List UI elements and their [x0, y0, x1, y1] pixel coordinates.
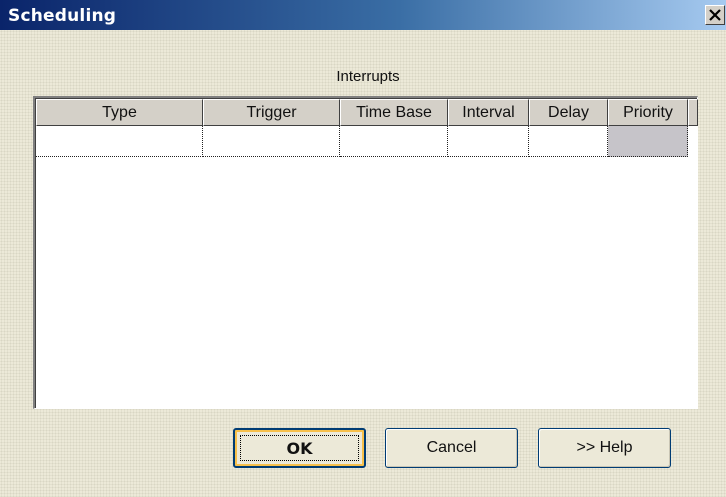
interrupts-grid[interactable]: Type Trigger Time Base Interval Delay Pr…	[33, 96, 698, 409]
dialog-body: Interrupts Type Trigger Time Base Interv…	[0, 30, 726, 497]
help-button-label: >> Help	[576, 439, 633, 456]
cancel-button-label: Cancel	[426, 439, 477, 456]
column-header-trigger[interactable]: Trigger	[203, 99, 340, 126]
column-header-type[interactable]: Type	[36, 99, 203, 126]
column-header-time-base[interactable]: Time Base	[340, 99, 448, 126]
column-header-filler	[688, 99, 698, 126]
cell-trigger[interactable]	[203, 126, 340, 157]
grid-header: Type Trigger Time Base Interval Delay Pr…	[36, 99, 698, 126]
cell-time-base[interactable]	[340, 126, 448, 157]
ok-button-label: OK	[286, 438, 313, 458]
close-button[interactable]	[705, 5, 725, 25]
title-bar[interactable]: Scheduling	[0, 0, 726, 30]
window-title: Scheduling	[8, 6, 117, 26]
close-icon	[709, 9, 721, 21]
ok-button[interactable]: OK	[233, 428, 366, 468]
cell-type[interactable]	[36, 126, 203, 157]
cell-interval[interactable]	[448, 126, 529, 157]
table-row[interactable]	[36, 126, 688, 158]
cell-priority[interactable]	[608, 126, 688, 157]
interrupts-caption: Interrupts	[336, 68, 400, 85]
column-header-priority[interactable]: Priority	[608, 99, 688, 126]
column-header-delay[interactable]: Delay	[529, 99, 608, 126]
cell-delay[interactable]	[529, 126, 608, 157]
column-header-interval[interactable]: Interval	[448, 99, 529, 126]
cancel-button[interactable]: Cancel	[385, 428, 518, 468]
help-button[interactable]: >> Help	[538, 428, 671, 468]
